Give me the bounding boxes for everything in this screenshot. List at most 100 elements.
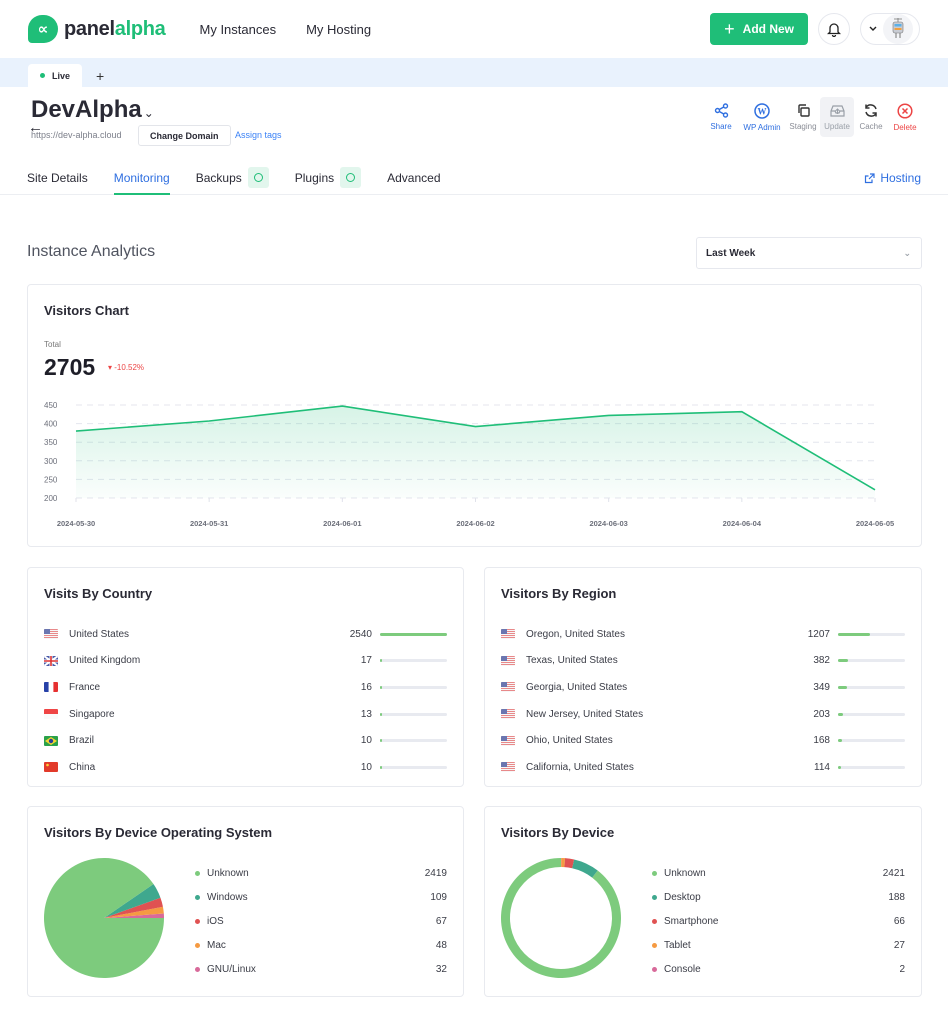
tab-label: Plugins <box>294 170 335 185</box>
legend-value: 67 <box>435 915 447 927</box>
progress-fill <box>838 765 841 769</box>
list-item: United States 2540 <box>44 621 447 648</box>
wp-admin-button[interactable]: W WP Admin <box>738 97 786 137</box>
add-new-button[interactable]: + Add New <box>710 13 808 45</box>
slice-tablet[interactable] <box>561 858 566 868</box>
site-url[interactable]: https://dev-alpha.cloud <box>31 130 122 140</box>
country-name: Brazil <box>69 735 95 747</box>
legend-item: Console 2 <box>652 957 905 981</box>
hosting-link-label: Hosting <box>880 171 921 185</box>
tab-plugins[interactable]: Plugins <box>294 161 362 195</box>
legend-value: 27 <box>893 939 905 951</box>
chevron-down-icon: ⌄ <box>143 106 154 120</box>
legend-value: 32 <box>435 963 447 975</box>
main-nav: My Instances My Hosting <box>200 22 372 37</box>
legend-label: Mac <box>207 939 226 951</box>
nav-my-instances[interactable]: My Instances <box>200 22 277 37</box>
legend-dot-icon <box>652 870 657 876</box>
us-flag-icon <box>501 762 515 773</box>
list-item: Ohio, United States 168 <box>501 727 905 754</box>
brand-name-part2: alpha <box>114 17 166 40</box>
us-flag-icon <box>501 709 515 720</box>
site-actions: Share W WP Admin Staging Update Cache De… <box>704 97 922 137</box>
assign-tags-link[interactable]: Assign tags <box>235 130 282 140</box>
y-tick-label: 400 <box>44 420 58 429</box>
nav-my-hosting[interactable]: My Hosting <box>306 22 371 37</box>
delete-icon <box>897 102 913 119</box>
user-menu[interactable] <box>860 13 920 45</box>
progress-fill <box>380 712 382 716</box>
hosting-link[interactable]: Hosting <box>864 171 921 185</box>
legend-value: 188 <box>888 891 905 903</box>
tab-site-details[interactable]: Site Details <box>27 161 88 195</box>
legend-dot-icon <box>652 942 657 948</box>
legend-label: Windows <box>207 891 248 903</box>
y-tick-label: 300 <box>44 457 58 466</box>
add-environment-button[interactable]: + <box>96 64 104 87</box>
progress-bar <box>838 632 905 636</box>
robot-avatar-icon <box>892 18 904 38</box>
br-flag-icon <box>44 735 58 746</box>
cache-button[interactable]: Cache <box>854 97 888 137</box>
staging-label: Staging <box>789 122 817 131</box>
card-title: Visitors By Device Operating System <box>44 825 273 840</box>
chevron-down-icon <box>869 26 877 31</box>
tab-backups[interactable]: Backups <box>196 161 269 195</box>
legend-item: Unknown 2421 <box>652 861 905 885</box>
legend-value: 66 <box>893 915 905 927</box>
slice-unknown[interactable] <box>501 858 621 978</box>
y-tick-label: 450 <box>44 401 58 410</box>
env-tab-live[interactable]: Live <box>28 64 83 87</box>
instance-tabs: Site Details Monitoring Backups Plugins … <box>0 161 948 195</box>
share-button[interactable]: Share <box>704 97 738 137</box>
cache-label: Cache <box>859 122 883 131</box>
site-title[interactable]: DevAlpha ⌄ <box>31 96 154 124</box>
visitors-by-region-card: Visitors By Region Oregon, United States… <box>484 567 922 787</box>
share-label: Share <box>710 122 732 131</box>
delete-label: Delete <box>893 122 917 132</box>
delete-button[interactable]: Delete <box>888 97 922 137</box>
progress-fill <box>838 685 848 689</box>
staging-button[interactable]: Staging <box>786 97 820 137</box>
copy-icon <box>797 104 810 117</box>
list-item: China 10 <box>44 754 447 781</box>
tab-label: Advanced <box>387 170 441 185</box>
legend-value: 48 <box>435 939 447 951</box>
x-tick-label: 2024-06-04 <box>723 519 762 528</box>
progress-fill <box>838 712 844 716</box>
legend-item: Smartphone 66 <box>652 909 905 933</box>
notifications-button[interactable] <box>818 13 850 45</box>
device-donut-chart <box>501 858 621 978</box>
legend-item: Unknown 2419 <box>195 861 447 885</box>
us-flag-icon <box>44 629 58 640</box>
x-tick-label: 2024-05-31 <box>190 519 228 528</box>
region-value: 349 <box>813 681 830 693</box>
change-domain-button[interactable]: Change Domain <box>138 125 231 146</box>
list-item: Singapore 13 <box>44 701 447 728</box>
date-range-select[interactable]: Last Week ⌄ <box>696 237 922 269</box>
progress-bar <box>838 659 905 663</box>
site-header: ← DevAlpha ⌄ https://dev-alpha.cloud Chan… <box>0 87 948 146</box>
legend-dot-icon <box>652 966 657 972</box>
region-value: 1207 <box>807 628 830 640</box>
check-circle-icon <box>340 167 362 188</box>
update-button[interactable]: Update <box>820 97 854 137</box>
y-tick-label: 250 <box>44 475 58 484</box>
us-flag-icon <box>501 655 515 666</box>
tab-label: Site Details <box>27 170 88 185</box>
slice-unknown[interactable] <box>44 858 164 978</box>
progress-fill <box>380 739 382 743</box>
tab-advanced[interactable]: Advanced <box>387 161 440 195</box>
legend-label: Smartphone <box>664 915 719 927</box>
x-tick-label: 2024-05-30 <box>57 519 95 528</box>
legend-label: Unknown <box>207 867 249 879</box>
legend-dot-icon <box>195 966 200 972</box>
tab-monitoring[interactable]: Monitoring <box>113 161 170 195</box>
slice-desktop[interactable] <box>572 859 598 878</box>
legend-label: Desktop <box>664 891 701 903</box>
region-name: Ohio, United States <box>526 735 613 747</box>
legend-label: GNU/Linux <box>207 963 256 975</box>
logo[interactable]: ∝ panelalpha <box>28 15 166 43</box>
region-name: Georgia, United States <box>526 681 628 693</box>
us-flag-icon <box>501 682 515 693</box>
